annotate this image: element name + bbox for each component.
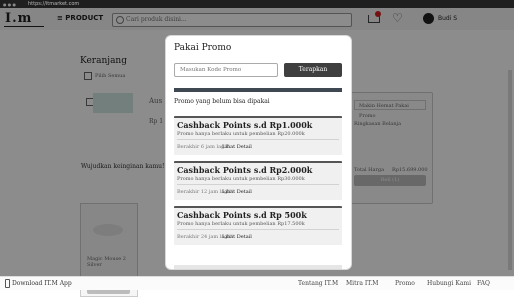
promo-description: Promo hanya berlaku untuk pembelian Rp17… xyxy=(177,221,305,227)
promo-detail-link[interactable]: Lihat Detail xyxy=(222,189,252,195)
promo-modal: Pakai Promo Terapkan Promo yang belum bi… xyxy=(165,35,352,270)
footer-link-contact[interactable]: Hubungi Kami xyxy=(427,280,471,287)
promo-description: Promo hanya berlaku untuk pembelian Rp30… xyxy=(177,176,305,182)
promo-title: Cashback Points s.d Rp 500k xyxy=(177,210,307,220)
promo-card[interactable]: Cashback Points s.d Rp2.000k Promo hanya… xyxy=(174,161,342,200)
promo-title: Cashback Points s.d Rp1.000k xyxy=(177,120,313,130)
modal-bottom-edge xyxy=(174,265,342,269)
footer-link-partners[interactable]: Mitra IT.M xyxy=(346,280,378,287)
promo-title: Cashback Points s.d Rp2.000k xyxy=(177,165,313,175)
promo-description: Promo hanya berlaku untuk pembelian Rp20… xyxy=(177,131,305,137)
footer-link-promo[interactable]: Promo xyxy=(395,280,415,287)
site-footer: Download IT.M App Tentang IT.M Mitra IT.… xyxy=(0,276,514,290)
unavailable-promos-title: Promo yang belum bisa dipakai xyxy=(174,98,270,105)
promo-detail-link[interactable]: Lihat Detail xyxy=(222,144,252,150)
promo-detail-link[interactable]: Lihat Detail xyxy=(222,234,252,240)
modal-divider xyxy=(174,88,342,92)
address-bar[interactable]: https://itmarket.com xyxy=(28,1,79,7)
modal-title: Pakai Promo xyxy=(174,43,232,53)
footer-link-about[interactable]: Tentang IT.M xyxy=(298,280,338,287)
promo-separator xyxy=(177,229,339,230)
promo-card[interactable]: Cashback Points s.d Rp 500k Promo hanya … xyxy=(174,206,342,245)
apply-promo-button[interactable]: Terapkan xyxy=(284,63,342,77)
footer-link-faq[interactable]: FAQ xyxy=(477,280,490,287)
promo-separator xyxy=(177,184,339,185)
window-controls[interactable]: ● ● ● xyxy=(3,2,16,7)
browser-bar: ● ● ● https://itmarket.com xyxy=(0,0,514,8)
promo-code-input[interactable] xyxy=(174,63,278,77)
promo-card[interactable]: Cashback Points s.d Rp1.000k Promo hanya… xyxy=(174,116,342,155)
download-app-link[interactable]: Download IT.M App xyxy=(12,280,72,287)
phone-icon xyxy=(5,279,10,288)
promo-separator xyxy=(177,139,339,140)
